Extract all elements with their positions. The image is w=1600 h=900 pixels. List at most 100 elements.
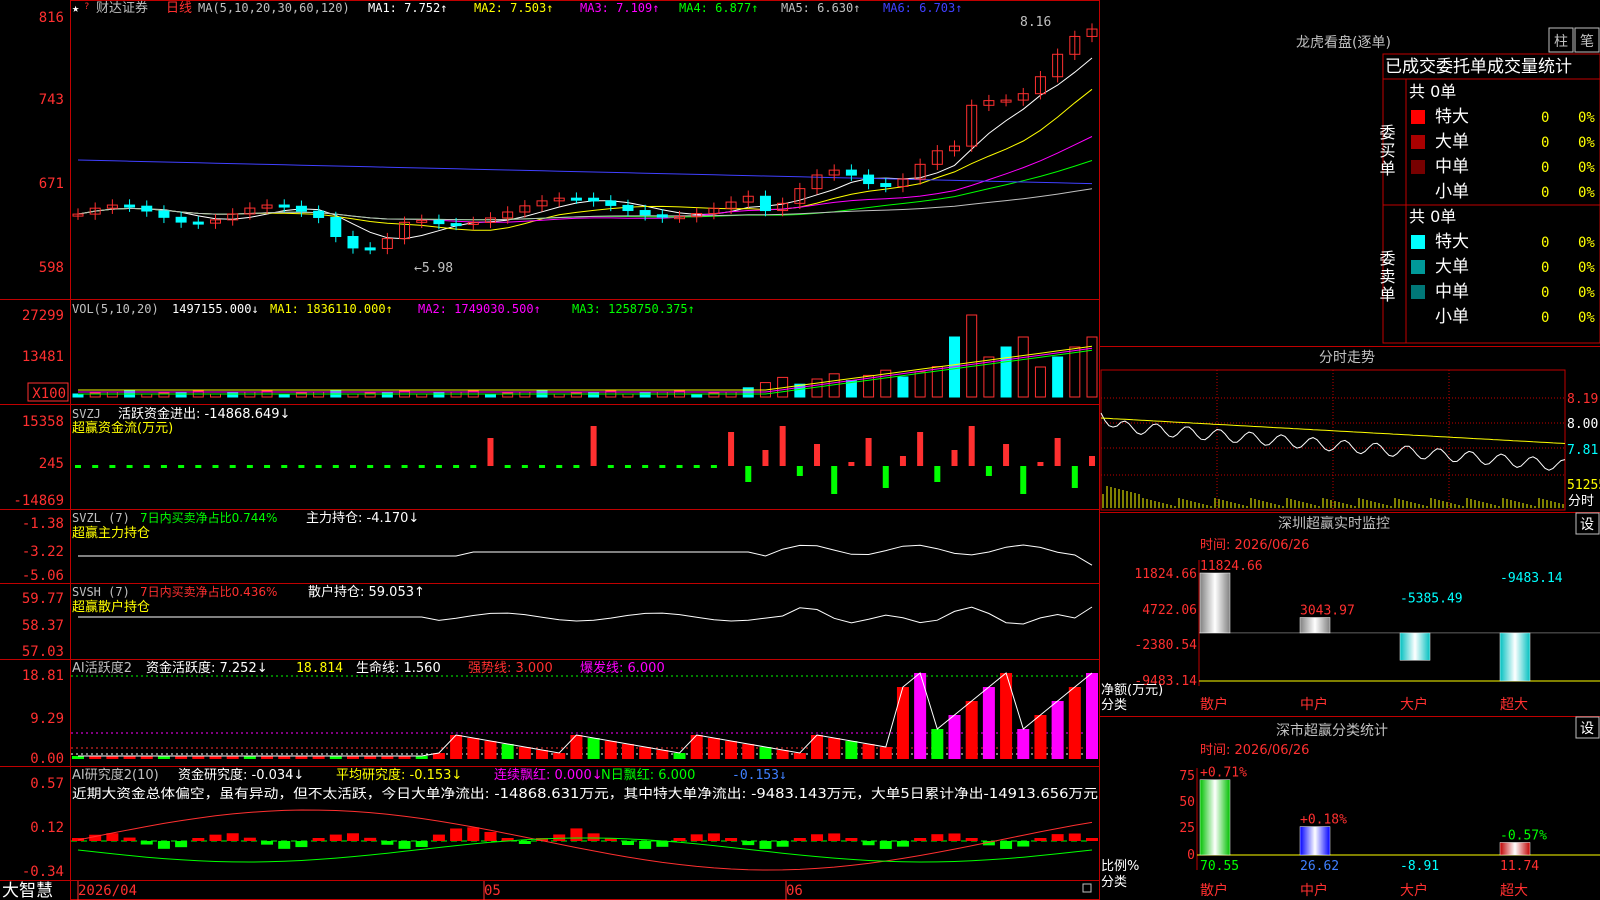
- svzj-panel[interactable]: SVZJ 活跃资金进出: -14868.649↓ 超赢资金流(万元) 15358…: [13, 406, 1095, 509]
- dragon-title: 龙虎看盘(逐单): [1296, 34, 1391, 51]
- research-bar: [209, 834, 222, 841]
- intraday-tick: 8.00: [1567, 417, 1598, 432]
- svsh-label2: 散户持仓: 59.053↑: [308, 584, 425, 600]
- monitor-panel[interactable]: 深圳超赢实时监控 设 时间: 2026/06/26 11824.66 4722.…: [1100, 512, 1600, 714]
- research-bar: [261, 841, 274, 845]
- flow-bar: [229, 465, 236, 468]
- row-pct: 0%: [1578, 310, 1595, 326]
- classify-panel[interactable]: 深市超赢分类统计 设 时间: 2026/06/26 75 50 25 0 比例%…: [1100, 716, 1600, 900]
- panel-frames: [0, 0, 1100, 900]
- svzj-label: 活跃资金进出: -14868.649↓: [118, 406, 290, 422]
- period-label[interactable]: 日线: [166, 1, 192, 16]
- price-panel[interactable]: 816 743 671 598 8.16 ←5.98: [39, 10, 1098, 276]
- dragon-panel[interactable]: 龙虎看盘(逐单) 柱 笔 已成交委托单成交量统计 委买单 委卖单 共 0单 共 …: [1296, 27, 1600, 344]
- side-panels[interactable]: 龙虎看盘(逐单) 柱 笔 已成交委托单成交量统计 委买单 委卖单 共 0单 共 …: [1100, 0, 1600, 900]
- lock-icon: [1082, 883, 1092, 893]
- ai-research-label4: N日飘红: 6.000: [601, 767, 695, 783]
- monitor-category: 超大: [1500, 697, 1528, 713]
- research-bar: [1034, 838, 1047, 841]
- classify-tick: 50: [1179, 795, 1195, 810]
- row-pct: 0%: [1578, 285, 1595, 301]
- flow-bar: [109, 465, 116, 468]
- ai-active-panel[interactable]: AI活跃度2 资金活跃度: 7.252↓ 18.814 生命线: 1.560 强…: [22, 660, 1098, 767]
- svzl-panel[interactable]: SVZL (7) 7日内买卖净占比0.744% 主力持仓: -4.170↓ 超赢…: [22, 510, 1093, 584]
- row-name: 大单: [1435, 257, 1469, 277]
- row-pct: 0%: [1578, 110, 1595, 126]
- svzl-axis: -1.38 -3.22 -5.06: [22, 516, 64, 584]
- research-bar: [570, 828, 583, 841]
- candle: [656, 214, 668, 218]
- legend-swatch: [1411, 285, 1425, 299]
- svsh-subtitle: 超赢散户持仓: [72, 599, 150, 615]
- volume-panel[interactable]: VOL(5,10,20) 1497155.000↓ MA1: 1836110.0…: [22, 302, 1098, 402]
- flow-bar: [728, 432, 735, 466]
- candle: [141, 205, 153, 212]
- intraday-panel[interactable]: 分时走势 8.19 8.00 7.81 51255 分时: [1100, 346, 1600, 511]
- candle: [588, 197, 600, 202]
- candle: [347, 236, 359, 249]
- row-count: 0: [1541, 135, 1549, 151]
- classify-category: 超大: [1500, 883, 1528, 899]
- flow-bar: [659, 465, 666, 468]
- vol-tick: 13481: [22, 349, 64, 365]
- flow-bar: [453, 465, 460, 468]
- svg-text:★: ★: [72, 1, 79, 15]
- price-tick: 598: [39, 260, 64, 276]
- flow-bar: [281, 465, 288, 468]
- flow-bar: [315, 465, 322, 468]
- active-bar: [1051, 701, 1064, 759]
- svzj-axis: 15358 245 -14869: [13, 414, 64, 509]
- vol-ma2: MA2: 1749030.500↑: [418, 302, 541, 316]
- svsh-tick: 57.03: [22, 644, 64, 660]
- volume-bar: [966, 314, 978, 398]
- monitor-title: 深圳超赢实时监控: [1278, 515, 1390, 532]
- flow-bar: [160, 465, 167, 468]
- classify-xlabel: 分类: [1101, 875, 1127, 890]
- legend-swatch: [1411, 110, 1425, 124]
- active-bar: [948, 715, 961, 759]
- legend-swatch: [1411, 235, 1425, 249]
- volume-bar: [897, 376, 909, 398]
- main-chart[interactable]: ★ ? 财达证券 日线 MA(5,10,20,30,60,120) MA1: 7…: [0, 0, 1100, 900]
- flow-bar: [899, 456, 906, 466]
- research-bar: [329, 834, 342, 841]
- active-bar: [879, 747, 892, 759]
- flow-bar: [298, 465, 305, 468]
- ai-research-panel[interactable]: AI研究度2(10) 资金研究度: -0.034↓ 平均研究度: -0.153↓…: [22, 767, 1098, 880]
- candle: [192, 221, 204, 225]
- footer: 大智慧 2026/04 05 06: [2, 881, 1092, 900]
- ma-title: MA(5,10,20,30,60,120): [198, 1, 350, 15]
- active-bar: [896, 687, 909, 759]
- flow-bar: [246, 465, 253, 468]
- active-bar: [673, 753, 686, 759]
- research-bar: [364, 837, 377, 841]
- svzl-line: [78, 544, 1093, 566]
- candle: [330, 216, 342, 238]
- flow-bar: [435, 465, 442, 468]
- research-bar: [295, 841, 308, 848]
- ai-active-tick: 18.81: [22, 668, 64, 684]
- classify-ylabel: 比例%: [1101, 859, 1139, 874]
- classify-change: +0.71%: [1200, 766, 1247, 781]
- vol-tick: 27299: [22, 308, 64, 324]
- flow-bar: [92, 465, 99, 468]
- svsh-panel[interactable]: SVSH (7) 7日内买卖净占比0.436% 散户持仓: 59.053↑ 超赢…: [22, 584, 1093, 660]
- price-tick: 671: [39, 176, 64, 192]
- volume-bar: [1069, 346, 1081, 398]
- classify-category: 大户: [1400, 882, 1428, 899]
- row-count: 0: [1541, 310, 1549, 326]
- monitor-bar: [1399, 632, 1431, 661]
- classify-value: 26.62: [1300, 859, 1339, 874]
- classify-bar: [1299, 826, 1331, 856]
- active-bar: [1068, 687, 1081, 759]
- research-bar: [931, 834, 944, 841]
- flow-bar: [349, 465, 356, 468]
- active-bar: [484, 741, 497, 759]
- ai-active-label1: 资金活跃度: 7.252↓: [146, 660, 268, 676]
- candle: [278, 204, 290, 208]
- volume-bar: [1052, 356, 1064, 398]
- vol-value: 1497155.000↓: [172, 302, 259, 316]
- research-bar: [175, 841, 188, 848]
- candle: [124, 204, 136, 208]
- bar-view-label: 柱: [1554, 34, 1568, 50]
